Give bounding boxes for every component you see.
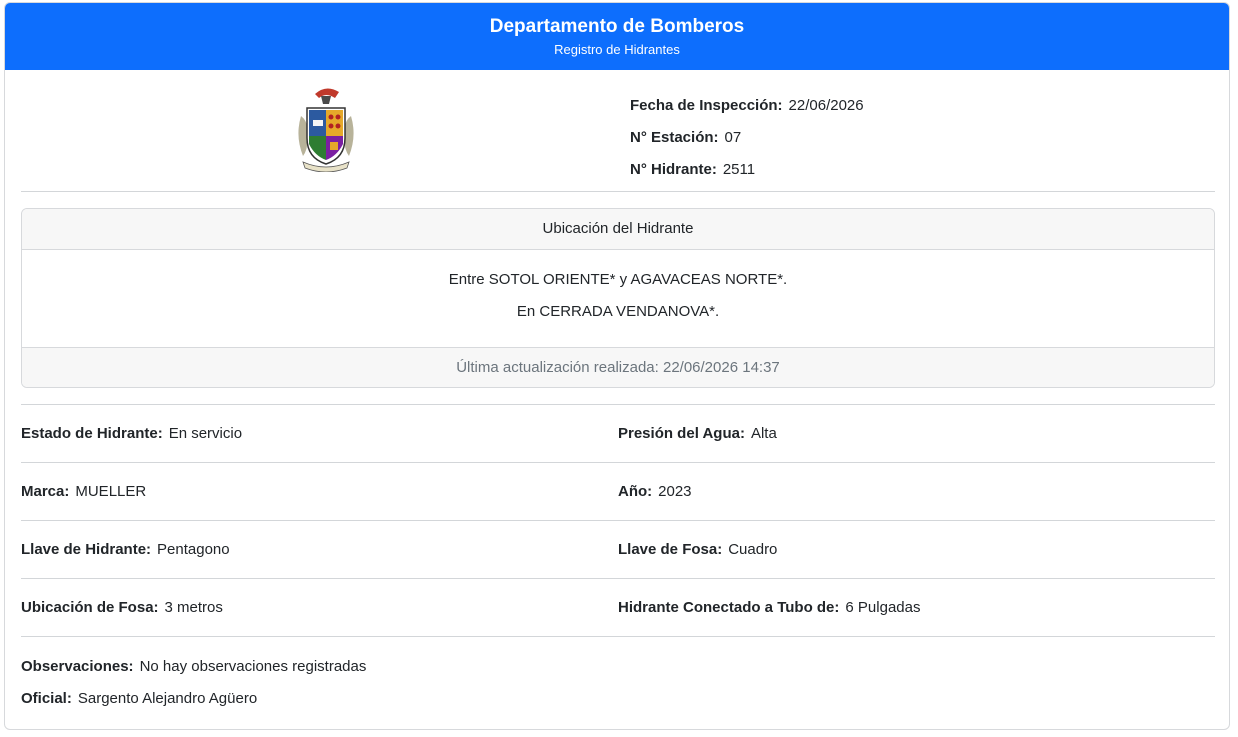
pit-location-value: 3 metros: [164, 599, 223, 616]
station-number: N° Estación: 07: [630, 122, 864, 154]
observations-value: No hay observaciones registradas: [139, 658, 367, 675]
hydrant-number: N° Hidrante: 2511: [630, 154, 864, 186]
brand-label: Marca:: [21, 483, 70, 500]
detail-row: Marca: MUELLER Año: 2023: [21, 463, 1215, 521]
location-street-name: En CERRADA VENDANOVA*.: [516, 303, 720, 320]
last-updated: Última actualización realizada: 22/06/20…: [22, 347, 1214, 387]
hydrant-number-value: 2511: [722, 161, 756, 178]
inspection-info: Fecha de Inspección: 22/06/2026 N° Estaci…: [630, 70, 864, 191]
hydrant-status-label: Estado de Hidrante:: [21, 425, 163, 442]
water-pressure: Presión del Agua: Alta: [618, 425, 1215, 442]
inspection-date: Fecha de Inspección: 22/06/2026: [630, 90, 864, 122]
page-title: Departamento de Bomberos: [489, 16, 745, 37]
pit-key: Llave de Fosa: Cuadro: [618, 541, 1215, 558]
hydrant-status: Estado de Hidrante: En servicio: [21, 425, 618, 442]
observations: Observaciones: No hay observaciones regis…: [21, 651, 1215, 683]
water-pressure-value: Alta: [750, 425, 777, 442]
officer-value: Sargento Alejandro Agüero: [77, 690, 258, 707]
page-subtitle: Registro de Hidrantes: [554, 42, 680, 57]
year: Año: 2023: [618, 483, 1215, 500]
detail-row: Llave de Hidrante: Pentagono Llave de Fos…: [21, 521, 1215, 579]
hydrant-number-label: N° Hidrante:: [630, 161, 717, 178]
location-streets: Entre SOTOL ORIENTE* y AGAVACEAS NORTE*.: [448, 271, 788, 288]
location-card-body: Entre SOTOL ORIENTE* y AGAVACEAS NORTE*.…: [22, 250, 1214, 347]
year-label: Año:: [618, 483, 653, 500]
observations-label: Observaciones:: [21, 658, 134, 675]
card-body: Fecha de Inspección: 22/06/2026 N° Estaci…: [5, 70, 1229, 715]
pipe-connection-label: Hidrante Conectado a Tubo de:: [618, 599, 840, 616]
hydrant-key-label: Llave de Hidrante:: [21, 541, 152, 558]
year-value: 2023: [658, 483, 692, 500]
hydrant-record-card: Departamento de Bomberos Registro de Hid…: [4, 2, 1230, 730]
card-header: Departamento de Bomberos Registro de Hid…: [5, 3, 1229, 70]
summary-row: Fecha de Inspección: 22/06/2026 N° Estaci…: [21, 70, 1215, 192]
pit-location: Ubicación de Fosa: 3 metros: [21, 599, 618, 616]
location-card-header: Ubicación del Hidrante: [22, 209, 1214, 250]
brand-value: MUELLER: [75, 483, 147, 500]
logo-container: [21, 70, 630, 191]
location-card: Ubicación del Hidrante Entre SOTOL ORIEN…: [21, 208, 1215, 388]
detail-row: Ubicación de Fosa: 3 metros Hidrante Cone…: [21, 579, 1215, 637]
pit-key-label: Llave de Fosa:: [618, 541, 723, 558]
inspection-date-value: 22/06/2026: [788, 97, 864, 114]
water-pressure-label: Presión del Agua:: [618, 425, 745, 442]
hydrant-status-value: En servicio: [168, 425, 243, 442]
officer: Oficial: Sargento Alejandro Agüero: [21, 683, 1215, 715]
brand: Marca: MUELLER: [21, 483, 618, 500]
hydrant-key-value: Pentagono: [157, 541, 230, 558]
officer-label: Oficial:: [21, 690, 72, 707]
coat-of-arms-icon: [297, 88, 354, 172]
pit-location-label: Ubicación de Fosa:: [21, 599, 159, 616]
station-number-label: N° Estación:: [630, 129, 719, 146]
inspection-date-label: Fecha de Inspección:: [630, 97, 783, 114]
detail-row: Estado de Hidrante: En servicio Presión d…: [21, 405, 1215, 463]
notes-section: Observaciones: No hay observaciones regis…: [21, 637, 1215, 715]
hydrant-key: Llave de Hidrante: Pentagono: [21, 541, 618, 558]
pit-key-value: Cuadro: [728, 541, 778, 558]
pipe-connection: Hidrante Conectado a Tubo de: 6 Pulgadas: [618, 599, 1215, 616]
station-number-value: 07: [724, 129, 742, 146]
pipe-connection-value: 6 Pulgadas: [845, 599, 921, 616]
